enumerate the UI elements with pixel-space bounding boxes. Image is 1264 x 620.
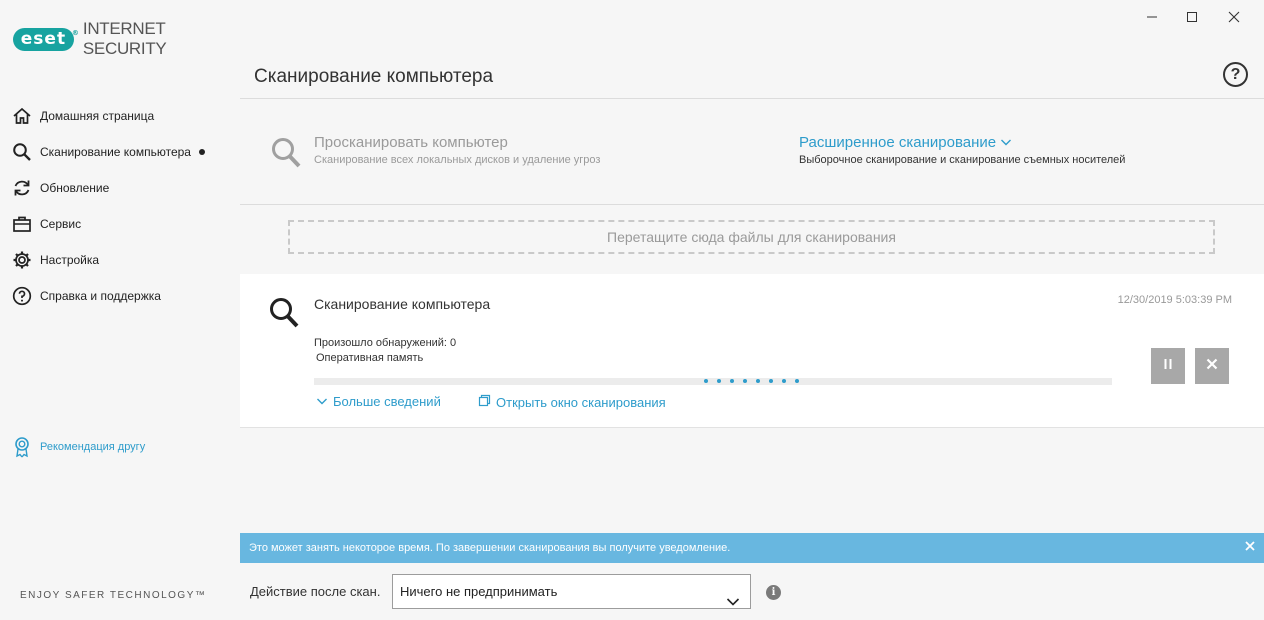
close-icon [1228,10,1240,28]
pause-icon [1162,357,1174,375]
logo-badge-text: eset [20,28,67,49]
sidebar-item-label: Домашняя страница [40,109,155,123]
chevron-down-icon [1000,134,1012,151]
stop-scan-button[interactable] [1195,348,1229,384]
close-icon [1206,357,1218,375]
help-circle-icon [11,285,33,307]
close-window-button[interactable] [1224,10,1244,28]
scan-progress-panel: Сканирование компьютера 12/30/2019 5:03:… [240,274,1264,428]
progress-dot [795,379,799,383]
advanced-scan-title: Расширенное сканирование [799,134,1125,151]
progress-dot [782,379,786,383]
more-details-label: Больше сведений [333,394,441,409]
refer-a-friend-link[interactable]: Рекомендация другу [11,436,145,458]
chevron-down-icon [726,586,740,619]
more-details-link[interactable]: Больше сведений [316,394,441,409]
briefcase-icon [11,213,33,235]
pause-scan-button[interactable] [1151,348,1185,384]
tagline: ENJOY SAFER TECHNOLOGY™ [20,590,207,601]
progress-dot [756,379,760,383]
search-icon [268,296,300,335]
sidebar-nav: Домашняя страница Сканирование компьютер… [0,98,240,314]
product-name: INTERNET SECURITY [82,19,167,58]
scan-computer-subtitle: Сканирование всех локальных дисков и уда… [314,154,601,166]
sidebar: eset ® INTERNET SECURITY Домашняя страни… [0,0,240,620]
help-button[interactable]: ? [1223,62,1248,87]
sidebar-item-tools[interactable]: Сервис [0,206,240,242]
search-icon [270,136,302,175]
sidebar-item-label: Обновление [40,181,110,195]
info-icon[interactable]: i [766,585,781,600]
maximize-button[interactable] [1182,10,1202,28]
refer-label: Рекомендация другу [40,441,146,453]
advanced-scan-option[interactable]: Расширенное сканирование Выборочное скан… [799,134,1125,166]
minimize-icon [1146,10,1158,28]
search-icon [11,141,33,163]
drop-files-zone[interactable]: Перетащите сюда файлы для сканирования [288,220,1215,254]
advanced-scan-subtitle: Выборочное сканирование и сканирование с… [799,154,1126,166]
scan-timestamp: 12/30/2019 5:03:39 PM [1117,294,1232,306]
after-scan-action-select[interactable]: Ничего не предпринимать [392,574,751,609]
minimize-button[interactable] [1142,10,1162,28]
eset-logo: eset ® INTERNET SECURITY [13,19,240,59]
open-scan-window-label: Открыть окно сканирования [496,394,666,410]
refresh-icon [11,177,33,199]
eset-logo-badge: eset ® [13,27,79,51]
sidebar-item-help[interactable]: Справка и поддержка [0,278,240,314]
active-scan-indicator [198,149,205,155]
open-scan-window-link[interactable]: Открыть окно сканирования [478,394,666,410]
window-icon [478,394,491,410]
chevron-down-icon [316,394,328,409]
award-icon [11,436,33,458]
scan-title: Сканирование компьютера [314,296,491,312]
progress-dot [769,379,773,383]
scan-target: Оперативная память [316,352,424,364]
sidebar-item-label: Справка и поддержка [40,289,161,303]
scan-progress-bar [314,378,1112,385]
notification-text: Это может занять некоторое время. По зав… [249,542,731,554]
scan-computer-option[interactable]: Просканировать компьютер Сканирование вс… [270,134,600,175]
options-divider [240,204,1264,205]
detections-count: Произошло обнаружений: 0 [314,337,457,349]
sidebar-item-home[interactable]: Домашняя страница [0,98,240,134]
progress-dot [704,379,708,383]
gear-icon [11,249,33,271]
progress-dot [743,379,747,383]
sidebar-item-setup[interactable]: Настройка [0,242,240,278]
sidebar-item-computer-scan[interactable]: Сканирование компьютера [0,134,240,170]
sidebar-item-update[interactable]: Обновление [0,170,240,206]
after-scan-label: Действие после скан. [250,584,381,599]
scan-computer-title: Просканировать компьютер [314,134,508,151]
progress-dot [717,379,721,383]
home-icon [11,105,33,127]
notification-close-button[interactable] [1242,540,1258,556]
sidebar-item-label: Настройка [40,253,100,267]
sidebar-item-label: Сервис [40,217,82,231]
page-title: Сканирование компьютера [254,66,494,87]
advanced-scan-label: Расширенное сканирование [799,134,997,151]
after-scan-selected-value: Ничего не предпринимать [400,584,558,599]
header-divider [240,98,1264,99]
close-icon [1245,533,1255,563]
notification-bar: Это может занять некоторое время. По зав… [240,533,1264,563]
registered-mark: ® [71,28,80,37]
progress-dot [730,379,734,383]
sidebar-item-label: Сканирование компьютера [40,145,191,159]
maximize-icon [1186,10,1198,28]
